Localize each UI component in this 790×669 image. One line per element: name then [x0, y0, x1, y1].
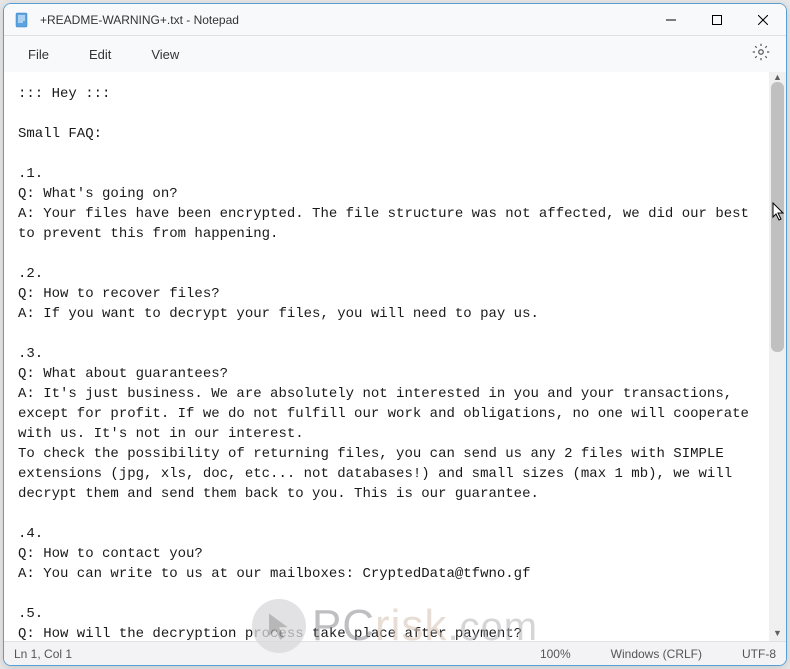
window-controls — [648, 4, 786, 35]
minimize-button[interactable] — [648, 4, 694, 36]
menu-file[interactable]: File — [14, 41, 63, 68]
menubar: File Edit View — [4, 36, 786, 72]
notepad-window: +README-WARNING+.txt - Notepad File Edit… — [3, 3, 787, 666]
status-encoding: UTF-8 — [742, 647, 776, 661]
editor-area: ::: Hey ::: Small FAQ: .1. Q: What's goi… — [4, 72, 786, 641]
maximize-button[interactable] — [694, 4, 740, 36]
titlebar: +README-WARNING+.txt - Notepad — [4, 4, 786, 36]
status-position: Ln 1, Col 1 — [14, 647, 500, 661]
menu-edit[interactable]: Edit — [75, 41, 125, 68]
window-title: +README-WARNING+.txt - Notepad — [40, 13, 648, 27]
statusbar: Ln 1, Col 1 100% Windows (CRLF) UTF-8 — [4, 641, 786, 665]
status-zoom: 100% — [540, 647, 571, 661]
scroll-thumb[interactable] — [771, 82, 784, 352]
settings-icon[interactable] — [746, 37, 776, 72]
notepad-app-icon — [14, 12, 30, 28]
menu-view[interactable]: View — [137, 41, 193, 68]
scroll-down-icon[interactable]: ▼ — [769, 624, 786, 641]
vertical-scrollbar[interactable]: ▲ ▼ — [769, 72, 786, 641]
text-editor[interactable]: ::: Hey ::: Small FAQ: .1. Q: What's goi… — [4, 72, 769, 641]
close-button[interactable] — [740, 4, 786, 36]
status-lineending: Windows (CRLF) — [611, 647, 702, 661]
